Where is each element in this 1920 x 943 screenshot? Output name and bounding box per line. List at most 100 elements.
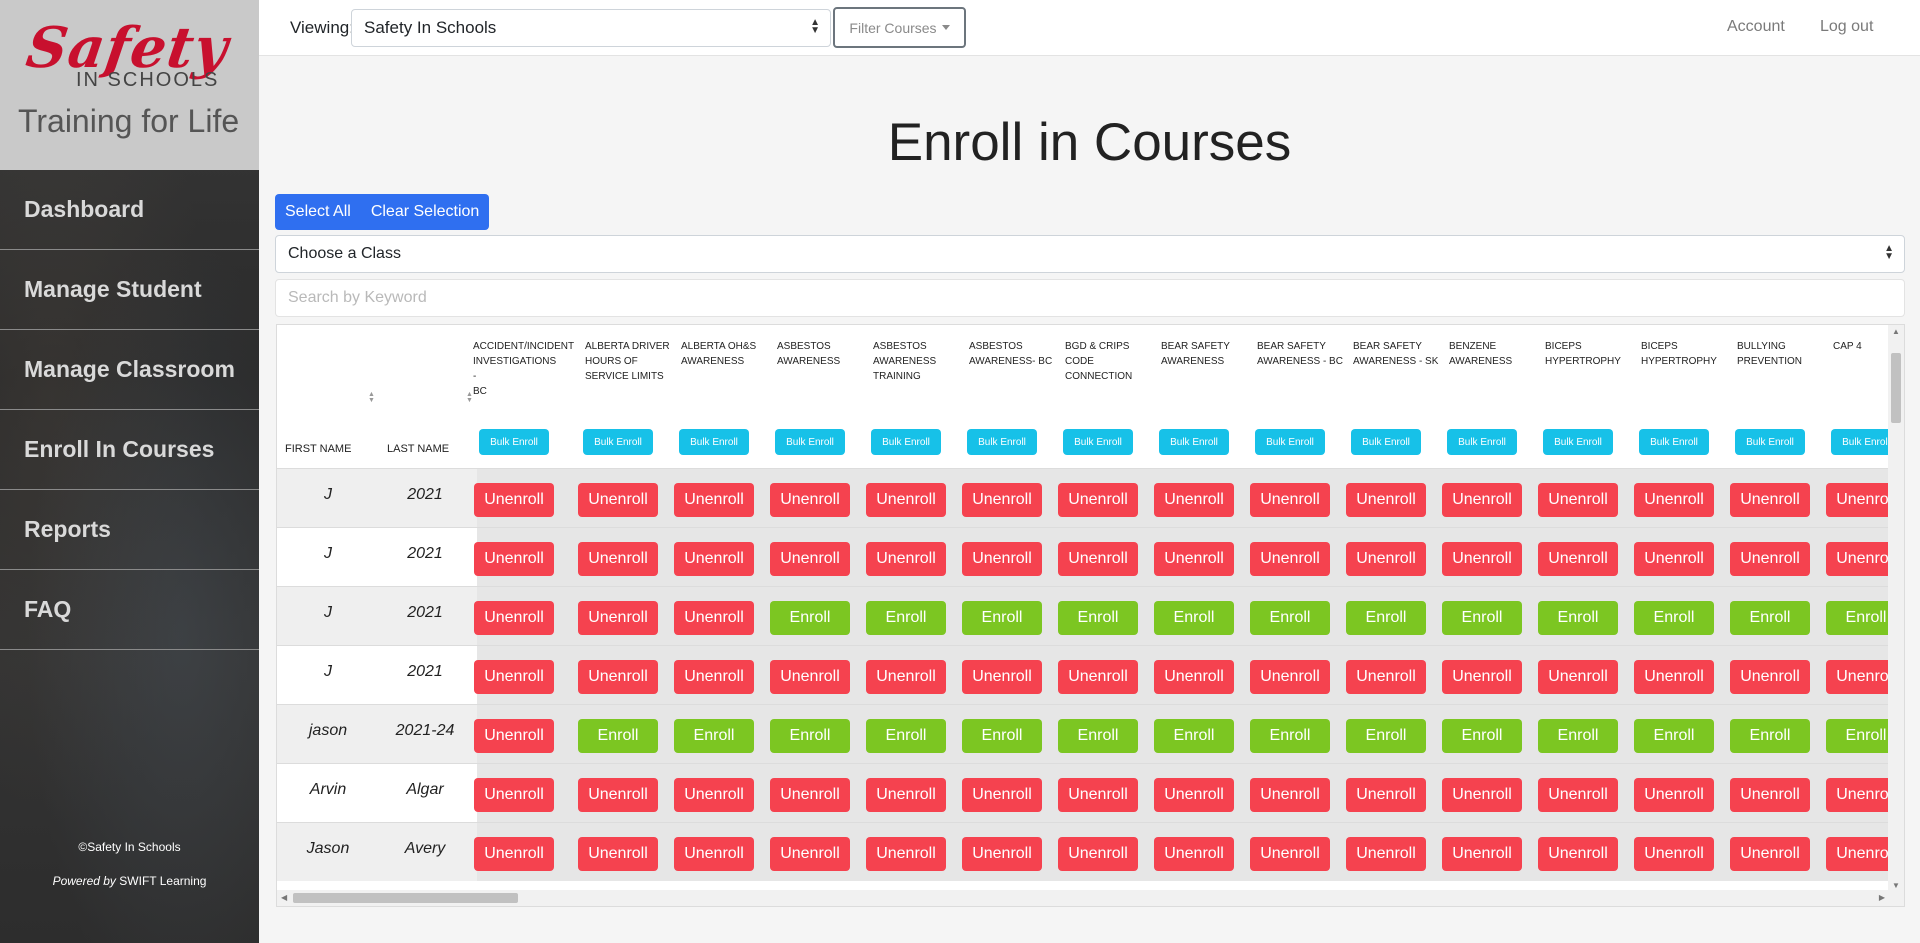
unenroll-button[interactable]: Unenroll bbox=[1730, 660, 1810, 694]
unenroll-button[interactable]: Unenroll bbox=[962, 837, 1042, 871]
bulk-enroll-button[interactable]: Bulk Enroll bbox=[1255, 429, 1325, 455]
unenroll-button[interactable]: Unenroll bbox=[962, 778, 1042, 812]
vertical-scrollbar[interactable]: ▲ ▼ bbox=[1888, 325, 1904, 906]
unenroll-button[interactable]: Unenroll bbox=[866, 837, 946, 871]
unenroll-button[interactable]: Unenroll bbox=[1154, 660, 1234, 694]
unenroll-button[interactable]: Unenroll bbox=[770, 483, 850, 517]
unenroll-button[interactable]: Unenroll bbox=[578, 483, 658, 517]
enroll-button[interactable]: Enroll bbox=[674, 719, 754, 753]
enroll-button[interactable]: Enroll bbox=[1154, 719, 1234, 753]
enroll-button[interactable]: Enroll bbox=[578, 719, 658, 753]
unenroll-button[interactable]: Unenroll bbox=[1250, 778, 1330, 812]
unenroll-button[interactable]: Unenroll bbox=[866, 778, 946, 812]
enroll-button[interactable]: Enroll bbox=[962, 719, 1042, 753]
horizontal-scrollbar[interactable]: ◀ ▶ bbox=[277, 890, 1889, 906]
unenroll-button[interactable]: Unenroll bbox=[1442, 837, 1522, 871]
unenroll-button[interactable]: Unenroll bbox=[1250, 837, 1330, 871]
unenroll-button[interactable]: Unenroll bbox=[674, 542, 754, 576]
vertical-scroll-thumb[interactable] bbox=[1891, 353, 1901, 423]
unenroll-button[interactable]: Unenroll bbox=[1346, 778, 1426, 812]
sidebar-item-dashboard[interactable]: Dashboard bbox=[0, 170, 259, 250]
unenroll-button[interactable]: Unenroll bbox=[1538, 542, 1618, 576]
unenroll-button[interactable]: Unenroll bbox=[1538, 483, 1618, 517]
sidebar-item-faq[interactable]: FAQ bbox=[0, 570, 259, 650]
enroll-button[interactable]: Enroll bbox=[1250, 719, 1330, 753]
unenroll-button[interactable]: Unenroll bbox=[770, 660, 850, 694]
unenroll-button[interactable]: Unenroll bbox=[866, 542, 946, 576]
enroll-button[interactable]: Enroll bbox=[866, 601, 946, 635]
sidebar-item-manage-student[interactable]: Manage Student bbox=[0, 250, 259, 330]
unenroll-button[interactable]: Unenroll bbox=[1346, 660, 1426, 694]
unenroll-button[interactable]: Unenroll bbox=[578, 542, 658, 576]
bulk-enroll-button[interactable]: Bulk Enroll bbox=[583, 429, 653, 455]
enroll-button[interactable]: Enroll bbox=[866, 719, 946, 753]
first-name-header[interactable]: FIRST NAME bbox=[285, 443, 351, 455]
unenroll-button[interactable]: Unenroll bbox=[1058, 778, 1138, 812]
unenroll-button[interactable]: Unenroll bbox=[1154, 837, 1234, 871]
horizontal-scroll-thumb[interactable] bbox=[293, 893, 518, 903]
logo[interactable]: Safety IN SCHOOLS Training for Life bbox=[0, 0, 259, 170]
unenroll-button[interactable]: Unenroll bbox=[578, 660, 658, 694]
bulk-enroll-button[interactable]: Bulk Enroll bbox=[1447, 429, 1517, 455]
unenroll-button[interactable]: Unenroll bbox=[1730, 837, 1810, 871]
enroll-button[interactable]: Enroll bbox=[1442, 601, 1522, 635]
bulk-enroll-button[interactable]: Bulk Enroll bbox=[679, 429, 749, 455]
unenroll-button[interactable]: Unenroll bbox=[578, 837, 658, 871]
unenroll-button[interactable]: Unenroll bbox=[1634, 778, 1714, 812]
unenroll-button[interactable]: Unenroll bbox=[1730, 542, 1810, 576]
unenroll-button[interactable]: Unenroll bbox=[474, 483, 554, 517]
enroll-button[interactable]: Enroll bbox=[770, 719, 850, 753]
bulk-enroll-button[interactable]: Bulk Enroll bbox=[1351, 429, 1421, 455]
unenroll-button[interactable]: Unenroll bbox=[674, 837, 754, 871]
enroll-button[interactable]: Enroll bbox=[1730, 601, 1810, 635]
unenroll-button[interactable]: Unenroll bbox=[1538, 660, 1618, 694]
bulk-enroll-button[interactable]: Bulk Enroll bbox=[967, 429, 1037, 455]
unenroll-button[interactable]: Unenroll bbox=[1442, 542, 1522, 576]
unenroll-button[interactable]: Unenroll bbox=[1634, 542, 1714, 576]
powered-by-name[interactable]: SWIFT Learning bbox=[119, 874, 206, 888]
enroll-button[interactable]: Enroll bbox=[1442, 719, 1522, 753]
enroll-button[interactable]: Enroll bbox=[1154, 601, 1234, 635]
enroll-button[interactable]: Enroll bbox=[962, 601, 1042, 635]
unenroll-button[interactable]: Unenroll bbox=[1058, 542, 1138, 576]
account-link[interactable]: Account bbox=[1727, 18, 1785, 36]
unenroll-button[interactable]: Unenroll bbox=[1442, 483, 1522, 517]
bulk-enroll-button[interactable]: Bulk Enroll bbox=[1735, 429, 1805, 455]
school-select[interactable]: Safety In Schools ▲ ▼ bbox=[351, 9, 831, 47]
bulk-enroll-button[interactable]: Bulk Enroll bbox=[1159, 429, 1229, 455]
unenroll-button[interactable]: Unenroll bbox=[1058, 837, 1138, 871]
unenroll-button[interactable]: Unenroll bbox=[1058, 660, 1138, 694]
sort-icon[interactable]: ▲ ▼ bbox=[466, 391, 473, 404]
enroll-button[interactable]: Enroll bbox=[1250, 601, 1330, 635]
filter-courses-button[interactable]: Filter Courses bbox=[833, 7, 966, 48]
enroll-button[interactable]: Enroll bbox=[770, 601, 850, 635]
unenroll-button[interactable]: Unenroll bbox=[1346, 483, 1426, 517]
unenroll-button[interactable]: Unenroll bbox=[1346, 542, 1426, 576]
unenroll-button[interactable]: Unenroll bbox=[1442, 660, 1522, 694]
sidebar-item-reports[interactable]: Reports bbox=[0, 490, 259, 570]
class-select[interactable]: Choose a Class ▲ ▼ bbox=[275, 235, 1905, 273]
unenroll-button[interactable]: Unenroll bbox=[1346, 837, 1426, 871]
enroll-button[interactable]: Enroll bbox=[1634, 719, 1714, 753]
bulk-enroll-button[interactable]: Bulk Enroll bbox=[479, 429, 549, 455]
enroll-button[interactable]: Enroll bbox=[1346, 719, 1426, 753]
unenroll-button[interactable]: Unenroll bbox=[866, 483, 946, 517]
unenroll-button[interactable]: Unenroll bbox=[474, 601, 554, 635]
unenroll-button[interactable]: Unenroll bbox=[674, 483, 754, 517]
unenroll-button[interactable]: Unenroll bbox=[962, 660, 1042, 694]
unenroll-button[interactable]: Unenroll bbox=[474, 660, 554, 694]
unenroll-button[interactable]: Unenroll bbox=[474, 837, 554, 871]
last-name-header[interactable]: LAST NAME bbox=[387, 443, 449, 455]
unenroll-button[interactable]: Unenroll bbox=[866, 660, 946, 694]
sidebar-item-enroll-in-courses[interactable]: Enroll In Courses bbox=[0, 410, 259, 490]
scroll-down-icon[interactable]: ▼ bbox=[1892, 881, 1900, 890]
unenroll-button[interactable]: Unenroll bbox=[1634, 837, 1714, 871]
enroll-button[interactable]: Enroll bbox=[1058, 601, 1138, 635]
unenroll-button[interactable]: Unenroll bbox=[1538, 837, 1618, 871]
search-input[interactable]: Search by Keyword bbox=[275, 279, 1905, 317]
enroll-button[interactable]: Enroll bbox=[1730, 719, 1810, 753]
unenroll-button[interactable]: Unenroll bbox=[1250, 483, 1330, 517]
scroll-up-icon[interactable]: ▲ bbox=[1892, 327, 1900, 336]
bulk-enroll-button[interactable]: Bulk Enroll bbox=[1543, 429, 1613, 455]
enroll-button[interactable]: Enroll bbox=[1538, 719, 1618, 753]
